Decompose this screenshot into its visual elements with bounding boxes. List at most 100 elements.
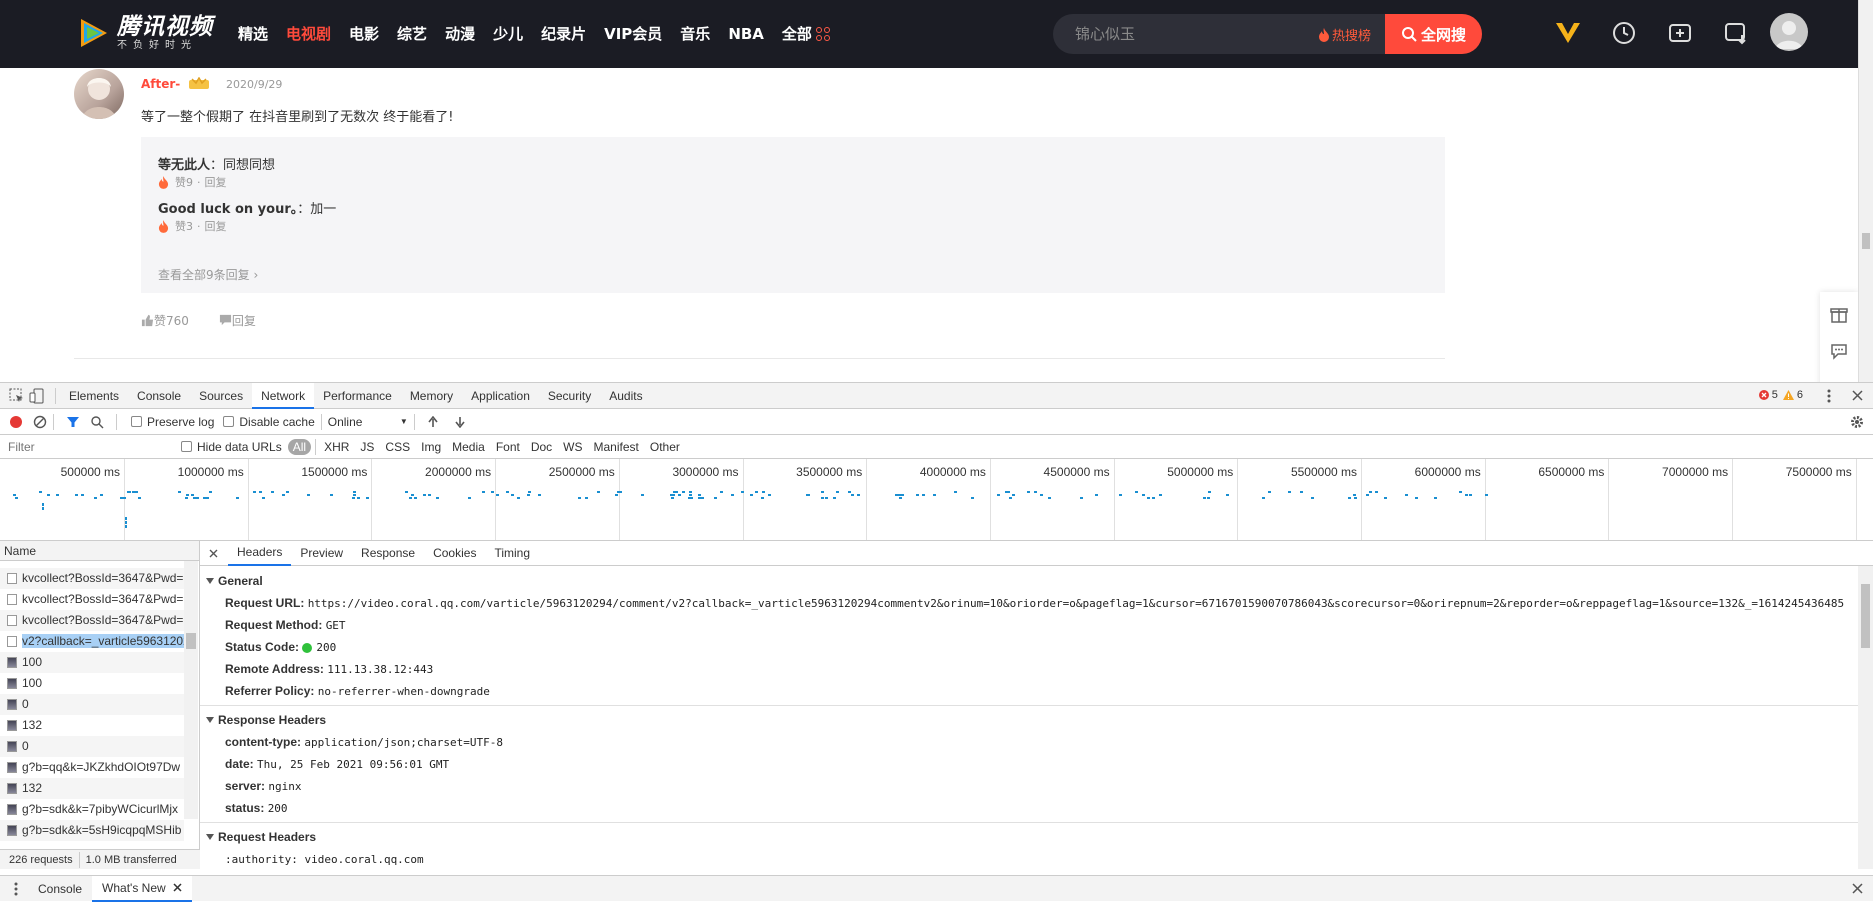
detail-tab-cookies[interactable]: Cookies	[424, 541, 485, 565]
close-detail-icon[interactable]	[209, 549, 218, 558]
devtools-tab-performance[interactable]: Performance	[314, 383, 401, 409]
devtools-tab-application[interactable]: Application	[462, 383, 539, 409]
filter-type-css[interactable]: CSS	[380, 439, 415, 455]
response-headers-section-header[interactable]: Response Headers	[200, 709, 1858, 731]
nav-item-documentary[interactable]: 纪录片	[541, 22, 586, 46]
reply-author[interactable]: 等无此人	[158, 158, 210, 173]
search-network-icon[interactable]	[90, 415, 104, 429]
devtools-tab-network[interactable]: Network	[252, 382, 315, 409]
reply-button[interactable]: 回复	[205, 174, 227, 190]
inspect-element-icon[interactable]	[9, 388, 25, 404]
nav-item-nba[interactable]: NBA	[728, 22, 764, 46]
nav-item-music[interactable]: 音乐	[680, 22, 710, 46]
filter-type-all[interactable]: All	[287, 438, 312, 455]
filter-type-manifest[interactable]: Manifest	[589, 439, 644, 455]
commenter-name[interactable]: After-	[141, 77, 180, 91]
hide-data-urls-checkbox[interactable]	[181, 441, 192, 452]
disable-cache-checkbox[interactable]	[223, 416, 235, 427]
filter-input[interactable]	[2, 436, 167, 457]
filter-type-js[interactable]: JS	[355, 439, 379, 455]
user-avatar[interactable]	[1770, 13, 1808, 51]
nav-item-anime[interactable]: 动漫	[445, 22, 475, 46]
vip-icon[interactable]	[1550, 15, 1586, 51]
device-toolbar-icon[interactable]	[29, 388, 45, 404]
detail-tab-headers[interactable]: Headers	[228, 541, 292, 566]
request-row[interactable]: 0	[0, 736, 184, 757]
commenter-avatar[interactable]	[74, 69, 124, 119]
nav-item-variety[interactable]: 综艺	[397, 22, 427, 46]
filter-type-other[interactable]: Other	[645, 439, 685, 455]
devtools-tab-console[interactable]: Console	[128, 383, 190, 409]
like-button[interactable]: 赞760	[141, 312, 189, 329]
filter-type-img[interactable]: Img	[416, 439, 446, 455]
request-row[interactable]: 100	[0, 652, 184, 673]
nav-item-tv[interactable]: 电视剧	[286, 22, 331, 46]
drawer-menu-icon[interactable]	[14, 882, 18, 896]
close-devtools-icon[interactable]	[1852, 390, 1863, 401]
drawer-tab-whats-new[interactable]: What's New	[92, 875, 192, 902]
nav-item-all[interactable]: 全部	[782, 22, 830, 46]
request-row[interactable]: 132	[0, 778, 184, 799]
tencent-video-logo[interactable]: 腾讯视频 不负好时光	[75, 14, 213, 52]
devtools-tab-memory[interactable]: Memory	[401, 383, 462, 409]
close-tab-icon[interactable]	[173, 883, 182, 892]
close-drawer-icon[interactable]	[1852, 883, 1863, 894]
more-options-icon[interactable]	[1827, 389, 1831, 403]
filter-type-ws[interactable]: WS	[558, 439, 587, 455]
detail-tab-preview[interactable]: Preview	[291, 541, 352, 565]
hot-search-link[interactable]: 热搜榜	[1318, 25, 1371, 44]
request-row[interactable]: g?b=qq&k=JKZkhdOIOt97Dw	[0, 757, 184, 778]
error-warning-counter[interactable]: 5 6	[1758, 389, 1803, 401]
import-har-icon[interactable]	[427, 415, 439, 428]
request-row[interactable]: 0	[0, 694, 184, 715]
gift-icon[interactable]	[1829, 304, 1849, 324]
request-row[interactable]: 132	[0, 715, 184, 736]
network-overview-timeline[interactable]: 500000 ms 1000000 ms 1500000 ms 2000000 ms 2…	[0, 459, 1873, 541]
request-row[interactable]: g?b=sdk&k=7pibyWCicurlMjx	[0, 799, 184, 820]
download-client-icon[interactable]	[1718, 15, 1754, 51]
throttle-select[interactable]: Online ▼	[328, 415, 408, 429]
nav-item-featured[interactable]: 精选	[238, 22, 268, 46]
preserve-log-checkbox[interactable]	[131, 416, 142, 427]
reply-action-button[interactable]: 回复	[219, 312, 256, 329]
drawer-tab-console[interactable]: Console	[28, 877, 92, 901]
like-flame-icon[interactable]	[158, 175, 169, 189]
request-list-scrollbar[interactable]	[184, 561, 198, 819]
detail-tab-timing[interactable]: Timing	[485, 541, 539, 565]
clear-icon[interactable]	[33, 415, 47, 429]
network-settings-icon[interactable]	[1850, 415, 1864, 429]
request-row[interactable]: kvcollect?BossId=3647&Pwd=	[0, 610, 184, 631]
filter-type-xhr[interactable]: XHR	[319, 439, 354, 455]
filter-type-doc[interactable]: Doc	[526, 439, 557, 455]
reply-button[interactable]: 回复	[205, 218, 227, 234]
export-har-icon[interactable]	[454, 416, 466, 428]
view-all-replies-link[interactable]: 查看全部9条回复 ›	[158, 266, 258, 283]
record-icon[interactable]	[9, 415, 23, 429]
filter-type-media[interactable]: Media	[447, 439, 490, 455]
devtools-tab-elements[interactable]: Elements	[60, 383, 128, 409]
request-row[interactable]: 100	[0, 673, 184, 694]
search-input[interactable]	[1075, 24, 1295, 44]
request-row[interactable]: g?b=sdk&k=5sH9icqpqMSHib	[0, 820, 184, 841]
devtools-tab-security[interactable]: Security	[539, 383, 600, 409]
like-flame-icon[interactable]	[158, 219, 169, 233]
filter-icon[interactable]	[66, 415, 80, 429]
nav-item-movies[interactable]: 电影	[349, 22, 379, 46]
request-headers-section-header[interactable]: Request Headers	[200, 826, 1858, 848]
request-row[interactable]: kvcollect?BossId=3647&Pwd=	[0, 568, 184, 589]
create-video-icon[interactable]	[1662, 15, 1698, 51]
devtools-tab-audits[interactable]: Audits	[600, 383, 651, 409]
detail-tab-response[interactable]: Response	[352, 541, 424, 565]
request-row[interactable]: v2?callback=_varticle59631202	[0, 631, 184, 652]
nav-item-vip[interactable]: VIP会员	[604, 22, 662, 46]
filter-type-font[interactable]: Font	[491, 439, 525, 455]
reply-author[interactable]: Good luck on your。	[158, 202, 297, 217]
request-row[interactable]: kvcollect?BossId=3647&Pwd=	[0, 589, 184, 610]
devtools-tab-sources[interactable]: Sources	[190, 383, 252, 409]
detail-scrollbar[interactable]	[1858, 566, 1873, 869]
feedback-icon[interactable]	[1829, 341, 1849, 361]
history-icon[interactable]	[1606, 15, 1642, 51]
name-column-header[interactable]: Name	[0, 541, 199, 561]
nav-item-kids[interactable]: 少儿	[493, 22, 523, 46]
search-button[interactable]: 全网搜	[1385, 14, 1482, 54]
